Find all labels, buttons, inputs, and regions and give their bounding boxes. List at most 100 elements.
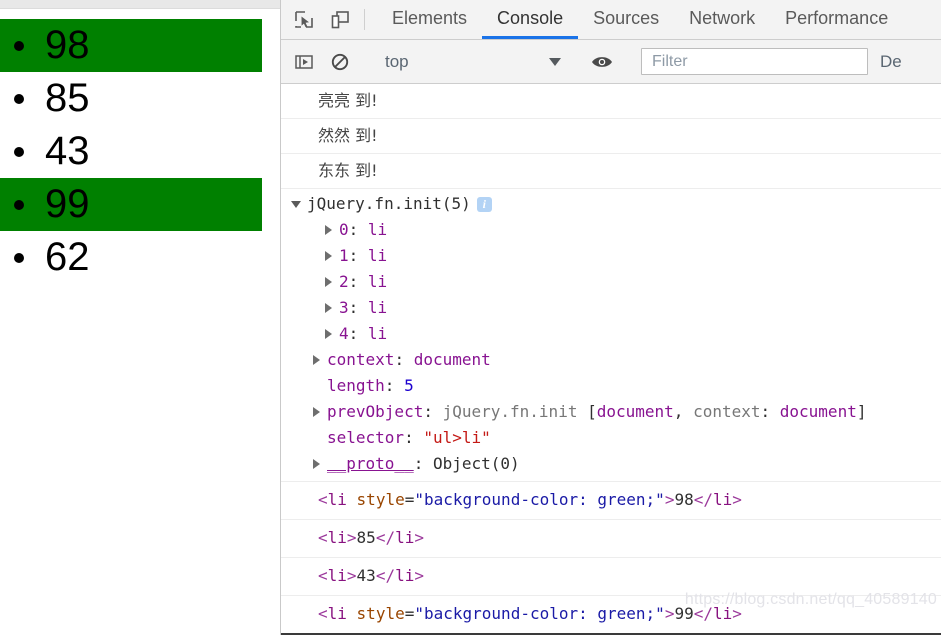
tag-name: li: [327, 490, 347, 509]
closing-tag-name: li: [712, 604, 733, 623]
property-key: 2: [339, 272, 349, 291]
angle-close-2: >: [414, 528, 424, 547]
angle-open: <: [318, 528, 328, 547]
chevron-down-icon: [549, 57, 561, 66]
inspect-element-glyph: [295, 10, 313, 28]
property-colon: :: [404, 428, 424, 447]
angle-close: >: [346, 566, 357, 585]
tab-sources[interactable]: Sources: [578, 0, 674, 39]
triangle-down-icon[interactable]: [291, 201, 301, 208]
property-colon: :: [348, 272, 368, 291]
object-property[interactable]: length: 5: [281, 373, 941, 399]
prevobject-context-value: document: [779, 402, 857, 421]
tab-network[interactable]: Network: [674, 0, 770, 39]
property-colon: :: [394, 350, 414, 369]
console-message: 东东 到!: [281, 154, 941, 189]
tab-elements[interactable]: Elements: [377, 0, 482, 39]
triangle-right-icon[interactable]: [313, 459, 320, 469]
object-property[interactable]: 2: li: [281, 269, 941, 295]
closing-tag-name: li: [395, 566, 415, 585]
object-property[interactable]: prevObject: jQuery.fn.init [document, co…: [281, 399, 941, 425]
bullet-icon: [14, 93, 24, 104]
tag-name: li: [327, 566, 347, 585]
device-toolbar-icon[interactable]: [322, 0, 358, 39]
element-text: 99: [674, 604, 694, 623]
console-message: 亮亮 到!: [281, 84, 941, 119]
clear-console-icon[interactable]: [322, 52, 358, 72]
triangle-right-icon[interactable]: [325, 225, 332, 235]
property-value: 5: [404, 376, 414, 395]
execution-context-dropdown[interactable]: top: [371, 52, 571, 72]
prevobject-item: document: [596, 402, 674, 421]
triangle-right-icon[interactable]: [325, 303, 332, 313]
clear-console-glyph: [331, 53, 349, 70]
bullet-icon: [14, 146, 24, 157]
tag-name: li: [327, 604, 347, 623]
live-expression-icon[interactable]: [584, 52, 620, 72]
object-property[interactable]: __proto__: Object(0): [281, 451, 941, 477]
object-property[interactable]: context: document: [281, 347, 941, 373]
object-property[interactable]: 4: li: [281, 321, 941, 347]
object-property[interactable]: selector: "ul>li": [281, 425, 941, 451]
log-levels-dropdown[interactable]: De: [876, 52, 902, 72]
object-header[interactable]: jQuery.fn.init(5) i: [281, 191, 941, 217]
property-key: length: [327, 376, 385, 395]
property-value: document: [413, 350, 491, 369]
triangle-right-icon[interactable]: [313, 355, 320, 365]
bullet-icon: [14, 199, 24, 210]
property-value: li: [367, 220, 388, 239]
comma: ,: [673, 402, 694, 421]
property-colon: :: [348, 220, 368, 239]
list-item-value: 98: [45, 23, 90, 67]
object-property[interactable]: 1: li: [281, 243, 941, 269]
property-value: Object(0): [432, 454, 520, 473]
console-sidebar-icon[interactable]: [286, 52, 322, 72]
angle-close: >: [346, 528, 357, 547]
tag-name: li: [327, 528, 347, 547]
demo-list: 98 85 43 99 62: [0, 19, 280, 284]
triangle-right-icon[interactable]: [313, 407, 320, 417]
list-item: 85: [0, 72, 262, 125]
page-content: 98 85 43 99 62: [0, 9, 280, 284]
filter-input[interactable]: [650, 51, 859, 72]
console-html-message: <li style="background-color: green;">98<…: [281, 482, 941, 520]
execution-context-value: top: [385, 51, 409, 71]
tab-console[interactable]: Console: [482, 0, 579, 39]
tab-performance[interactable]: Performance: [770, 0, 903, 39]
console-html-message: <li>85</li>: [281, 520, 941, 558]
triangle-right-icon[interactable]: [325, 251, 332, 261]
property-colon: :: [348, 324, 368, 343]
object-property[interactable]: 3: li: [281, 295, 941, 321]
property-colon: :: [413, 454, 433, 473]
console-sidebar-glyph: [295, 54, 313, 69]
info-icon[interactable]: i: [476, 197, 492, 212]
property-colon: :: [348, 246, 368, 265]
list-item: 99: [0, 178, 262, 231]
angle-open-close: </: [375, 566, 396, 585]
object-header-label: jQuery.fn.init(5): [307, 194, 471, 213]
angle-open: <: [318, 566, 328, 585]
angle-open-close: </: [693, 490, 713, 509]
property-key: prevObject: [327, 402, 424, 421]
browser-window: 98 85 43 99 62 Elements Console Sources Network…: [0, 0, 942, 635]
bracket-open: [: [587, 402, 597, 421]
triangle-right-icon[interactable]: [325, 329, 332, 339]
list-item-value: 85: [45, 76, 90, 120]
console-output[interactable]: 亮亮 到! 然然 到! 东东 到! jQuery.fn.init(5) i 0: li 1:…: [281, 84, 941, 635]
eye-glyph: [592, 56, 612, 67]
triangle-right-icon[interactable]: [325, 277, 332, 287]
colon: :: [760, 402, 780, 421]
console-filter-box[interactable]: [641, 48, 868, 75]
list-item: 43: [0, 125, 262, 178]
object-property[interactable]: 0: li: [281, 217, 941, 243]
closing-tag-name: li: [712, 490, 733, 509]
attribute-name: style: [356, 490, 405, 509]
property-colon: :: [384, 376, 405, 395]
attribute-name: style: [356, 604, 405, 623]
devtools-panel: Elements Console Sources Network Performance…: [281, 0, 941, 635]
console-object-group[interactable]: jQuery.fn.init(5) i 0: li 1: li 2: li 3: li 4:…: [281, 189, 941, 482]
angle-close-2: >: [732, 604, 742, 623]
list-item-value: 62: [45, 235, 90, 279]
inspect-element-icon[interactable]: [286, 0, 322, 39]
property-key: context: [327, 350, 395, 369]
